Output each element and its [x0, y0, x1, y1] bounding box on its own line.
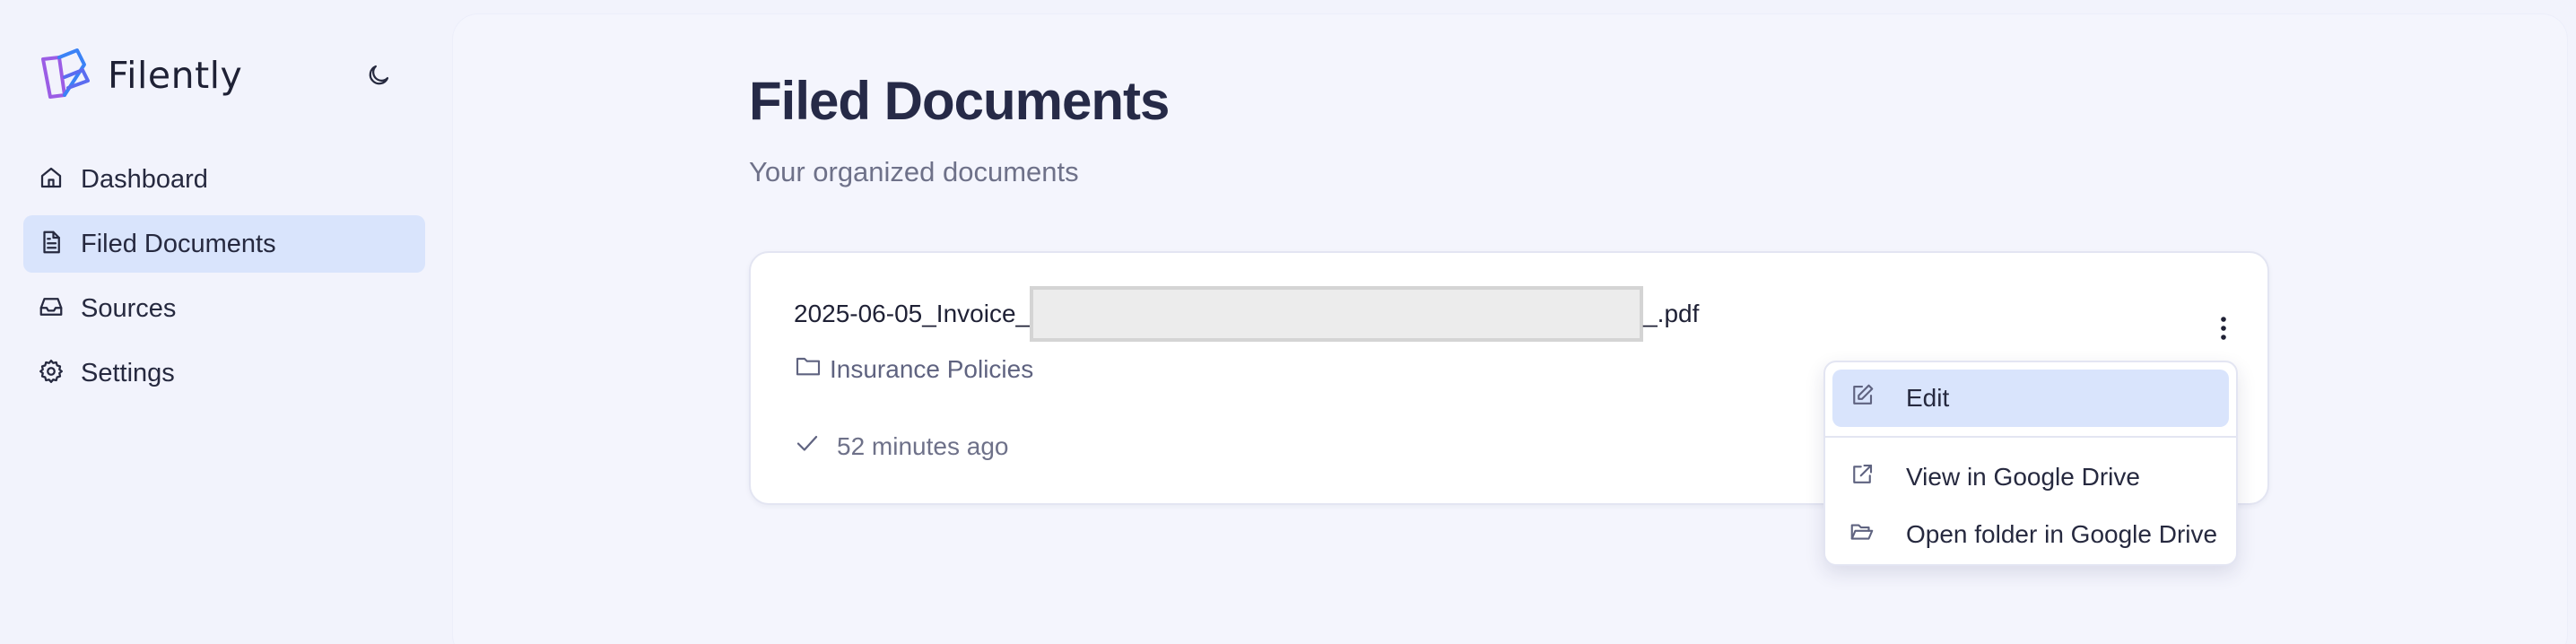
- menu-item-view-in-drive[interactable]: View in Google Drive: [1832, 448, 2229, 506]
- moon-icon: [365, 62, 392, 93]
- edit-icon: [1849, 382, 1875, 415]
- home-icon: [38, 164, 65, 196]
- kebab-icon: [2219, 315, 2228, 346]
- gear-icon: [38, 358, 65, 389]
- logo-icon: [38, 45, 95, 107]
- brand[interactable]: Filently: [38, 47, 242, 104]
- app-name: Filently: [108, 54, 243, 97]
- sidebar-item-dashboard[interactable]: Dashboard: [23, 151, 425, 208]
- main-panel: Filed Documents Your organized documents…: [453, 14, 2567, 644]
- folder-label: Insurance Policies: [830, 354, 1034, 383]
- page-title: Filed Documents: [749, 71, 1170, 131]
- sidebar-nav: Dashboard Filed Documents Sources Settin…: [23, 151, 425, 409]
- document-icon: [38, 229, 65, 260]
- menu-item-label: View in Google Drive: [1906, 463, 2140, 491]
- document-name[interactable]: 2025-06-05_Invoice_ _.pdf: [794, 286, 1700, 342]
- sidebar-item-filed-documents[interactable]: Filed Documents: [23, 215, 425, 273]
- sidebar-item-label: Filed Documents: [81, 229, 276, 258]
- document-time: 52 minutes ago: [837, 431, 1009, 460]
- inbox-icon: [38, 293, 65, 325]
- external-link-icon: [1849, 461, 1875, 494]
- menu-item-label: Edit: [1906, 384, 1950, 412]
- menu-item-edit[interactable]: Edit: [1832, 370, 2229, 427]
- sidebar-item-sources[interactable]: Sources: [23, 280, 425, 337]
- sidebar-item-label: Settings: [81, 358, 175, 387]
- document-name-suffix: _.pdf: [1643, 300, 1700, 327]
- sidebar-item-label: Dashboard: [81, 164, 208, 194]
- theme-toggle-button[interactable]: [361, 59, 396, 95]
- sidebar: Filently Dashboard Filed Documents Sourc…: [0, 0, 453, 644]
- redacted-block: [1030, 286, 1644, 342]
- menu-divider: [1825, 436, 2236, 438]
- more-options-button[interactable]: [2206, 310, 2241, 350]
- sidebar-item-settings[interactable]: Settings: [23, 344, 425, 402]
- folder-icon: [794, 352, 830, 387]
- folder-open-icon: [1849, 518, 1875, 552]
- check-icon: [794, 430, 837, 463]
- document-status: 52 minutes ago: [794, 430, 1008, 463]
- document-name-prefix: 2025-06-05_Invoice_: [794, 300, 1031, 327]
- menu-item-open-folder-in-drive[interactable]: Open folder in Google Drive: [1832, 506, 2229, 563]
- menu-item-label: Open folder in Google Drive: [1906, 520, 2218, 548]
- document-folder: Insurance Policies: [794, 352, 1033, 387]
- page-subtitle: Your organized documents: [749, 156, 1079, 187]
- sidebar-item-label: Sources: [81, 293, 177, 323]
- document-actions-menu: Edit View in Google Drive Open folder in…: [1823, 361, 2238, 566]
